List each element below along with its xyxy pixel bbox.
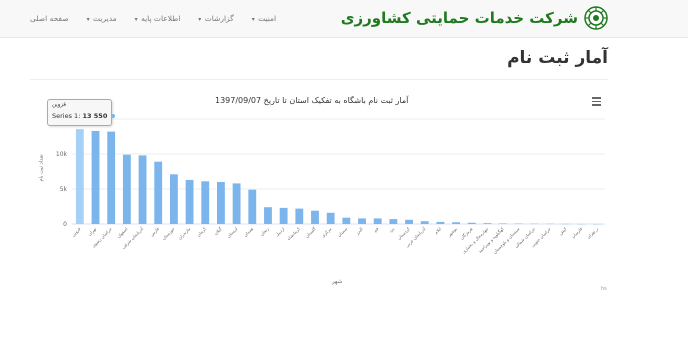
- bar[interactable]: [279, 207, 288, 224]
- bar[interactable]: [499, 223, 508, 224]
- bar[interactable]: [122, 154, 131, 224]
- bar[interactable]: [154, 161, 163, 224]
- x-tick-label: قزوین: [70, 226, 81, 237]
- bar[interactable]: [248, 189, 257, 224]
- x-tick-label: همدان: [243, 226, 254, 237]
- x-tick-label: خوزستان: [161, 226, 176, 241]
- bar-chart: 05k10kقزوین تهرانخراسان رضوی اصفهانآذربایج…: [56, 118, 605, 255]
- x-tick-label: اصفهان: [116, 226, 129, 239]
- x-tick-label: زنجان: [259, 226, 270, 237]
- x-tick-label: یزد: [388, 226, 396, 234]
- x-tick-label: گلستان: [304, 226, 317, 239]
- tooltip-category: قزوین: [52, 102, 67, 108]
- x-tick-label: تهران: [87, 226, 98, 237]
- bar[interactable]: [217, 182, 225, 224]
- bar[interactable]: [295, 208, 304, 224]
- bar[interactable]: [405, 219, 413, 224]
- y-tick-label: 10k: [56, 151, 68, 158]
- bar[interactable]: [169, 174, 178, 224]
- x-tick-label: البرز: [354, 226, 364, 236]
- x-tick-label: اردبیل: [274, 226, 285, 237]
- bar[interactable]: [358, 218, 366, 224]
- x-tick-label: گیلان: [213, 226, 223, 236]
- x-tick-label: فارسان: [570, 226, 583, 239]
- y-axis-title: تعداد ثبت نام: [38, 154, 45, 182]
- bar[interactable]: [138, 155, 147, 224]
- bar[interactable]: [389, 219, 398, 224]
- x-tick-label: مرکزی: [320, 226, 332, 238]
- bar[interactable]: [185, 179, 194, 224]
- bar[interactable]: [107, 131, 116, 224]
- bar[interactable]: [232, 183, 241, 224]
- bar[interactable]: [75, 129, 84, 224]
- x-tick-label: کرمان: [196, 226, 207, 237]
- bar[interactable]: [483, 223, 492, 224]
- x-axis-title: شهر: [332, 279, 343, 285]
- bar[interactable]: [342, 217, 351, 224]
- x-tick-label: لرستان: [226, 226, 239, 239]
- x-tick-label: فارس: [149, 226, 160, 237]
- x-tick-label: ایلام: [433, 226, 442, 235]
- y-tick-label: 0: [63, 221, 67, 228]
- x-tick-label: ر_تهران: [586, 226, 599, 239]
- chart-credit[interactable]: hs: [601, 286, 607, 292]
- bar[interactable]: [311, 210, 319, 224]
- bar[interactable]: [326, 212, 335, 224]
- x-tick-label: مازندران: [177, 226, 191, 240]
- x-tick-label: بوشهر: [446, 226, 458, 238]
- x-tick-label: سمنان: [336, 226, 348, 238]
- bar[interactable]: [420, 221, 429, 224]
- bar[interactable]: [467, 222, 476, 224]
- x-tick-label: هرمزگان: [459, 226, 473, 240]
- tooltip-series: Series 1: 13 550: [52, 112, 116, 120]
- x-tick-label: کرمانشاه: [286, 226, 301, 241]
- bar[interactable]: [264, 207, 272, 224]
- bar[interactable]: [201, 181, 210, 224]
- x-tick-label: کیش: [558, 226, 568, 236]
- bar[interactable]: [91, 130, 100, 224]
- bar[interactable]: [452, 222, 460, 224]
- bar[interactable]: [436, 221, 445, 224]
- y-tick-label: 5k: [60, 186, 68, 193]
- chart-tooltip: قزوین Series 1: 13 550: [47, 99, 116, 126]
- bar[interactable]: [373, 218, 382, 224]
- x-tick-label: کردستان: [396, 226, 410, 240]
- x-tick-label: قم: [372, 226, 379, 233]
